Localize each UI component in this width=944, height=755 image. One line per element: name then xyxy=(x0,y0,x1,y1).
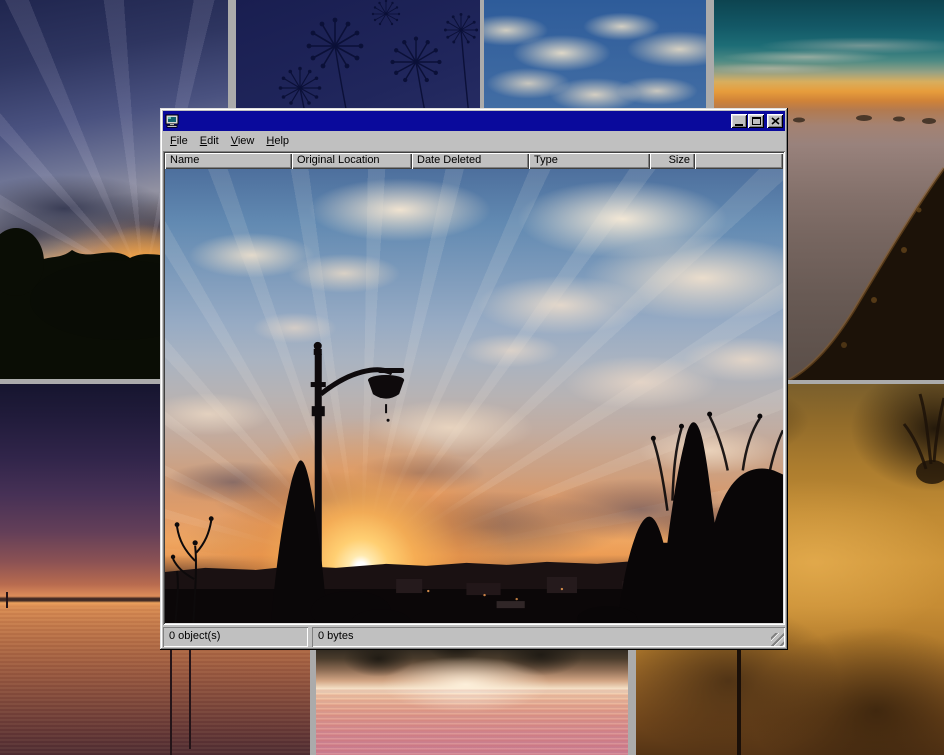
column-headers: Name Original Location Date Deleted Type… xyxy=(165,153,783,169)
column-header-type[interactable]: Type xyxy=(529,153,650,169)
column-header-date-deleted[interactable]: Date Deleted xyxy=(412,153,529,169)
column-header-name[interactable]: Name xyxy=(165,153,292,169)
maximize-button[interactable] xyxy=(748,114,764,128)
list-view: Name Original Location Date Deleted Type… xyxy=(163,151,785,625)
close-button[interactable] xyxy=(767,114,783,128)
recycle-bin-window: File Edit View Help Name Original Locati… xyxy=(160,108,788,650)
close-icon xyxy=(771,117,780,125)
window-titlebar[interactable] xyxy=(163,111,785,131)
resize-grip[interactable] xyxy=(771,633,784,646)
maximize-icon xyxy=(752,117,761,125)
menu-view[interactable]: View xyxy=(225,133,261,150)
menu-edit[interactable]: Edit xyxy=(194,133,225,150)
status-bar: 0 object(s) 0 bytes xyxy=(163,627,785,647)
desktop: File Edit View Help Name Original Locati… xyxy=(0,0,944,755)
menu-file[interactable]: File xyxy=(164,133,194,150)
column-header-size[interactable]: Size xyxy=(650,153,695,169)
water-pole xyxy=(6,592,8,608)
status-total-size: 0 bytes xyxy=(312,627,785,647)
list-background-sunset-photo[interactable] xyxy=(165,169,783,623)
column-header-filler[interactable] xyxy=(695,153,783,169)
minimize-button[interactable] xyxy=(731,114,747,128)
status-object-count: 0 object(s) xyxy=(163,627,308,647)
minimize-icon xyxy=(735,124,743,126)
computer-icon xyxy=(165,114,179,128)
water-ripples xyxy=(316,688,628,755)
menu-help[interactable]: Help xyxy=(260,133,295,150)
silhouette-landscape-graphic xyxy=(165,169,783,623)
menu-bar: File Edit View Help xyxy=(163,132,785,151)
column-header-original-location[interactable]: Original Location xyxy=(292,153,412,169)
